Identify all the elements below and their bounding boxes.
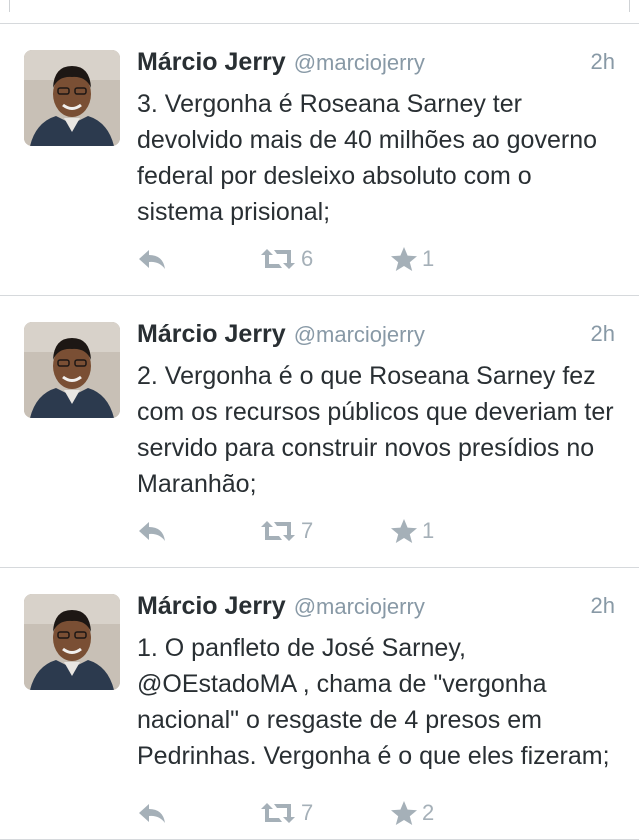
reply-icon <box>139 522 165 541</box>
tweet-text: 3. Vergonha é Roseana Sarney ter devolvi… <box>137 90 597 226</box>
author-handle[interactable]: @marciojerry <box>294 322 425 347</box>
avatar-image <box>24 322 120 418</box>
tweet-actions: 7 2 <box>137 798 557 828</box>
favorite-button[interactable]: 1 <box>390 244 434 274</box>
retweet-count: 7 <box>301 518 314 543</box>
author-handle[interactable]: @marciojerry <box>294 50 425 75</box>
avatar[interactable] <box>24 594 120 690</box>
reply-button[interactable] <box>137 516 167 546</box>
tweet-item[interactable]: Márcio Jerry @marciojerry 2h 3. Vergonha … <box>0 24 639 296</box>
avatar[interactable] <box>24 50 120 146</box>
reply-icon <box>139 804 165 823</box>
favorite-count: 1 <box>422 518 435 543</box>
favorite-button[interactable]: 1 <box>390 516 434 546</box>
favorite-button[interactable]: 2 <box>390 798 434 828</box>
avatar[interactable] <box>24 322 120 418</box>
author-name[interactable]: Márcio Jerry <box>137 592 286 620</box>
author-name[interactable]: Márcio Jerry <box>137 48 286 76</box>
previous-tweet-edge <box>0 0 639 24</box>
author-name[interactable]: Márcio Jerry <box>137 320 286 348</box>
retweet-count: 7 <box>301 800 314 825</box>
favorite-count: 2 <box>422 800 435 825</box>
star-icon <box>391 801 417 825</box>
tweet-text: 2. Vergonha é o que Roseana Sarney fez c… <box>137 362 614 498</box>
star-icon <box>391 247 417 271</box>
tweet-text: 1. O panfleto de José Sarney, @OEstadoMA… <box>137 634 610 770</box>
retweet-button[interactable]: 6 <box>259 244 313 274</box>
tweet-timestamp[interactable]: 2h <box>591 593 615 619</box>
retweet-icon <box>261 803 295 823</box>
author-line: Márcio Jerry @marciojerry <box>137 320 425 349</box>
tweet-item[interactable]: Márcio Jerry @marciojerry 2h 1. O panflet… <box>0 568 639 840</box>
retweet-icon <box>261 249 295 269</box>
tweet-item[interactable]: Márcio Jerry @marciojerry 2h 2. Vergonha … <box>0 296 639 568</box>
avatar-image <box>24 594 120 690</box>
author-line: Márcio Jerry @marciojerry <box>137 48 425 77</box>
retweet-count: 6 <box>301 246 314 271</box>
edge-accent-right <box>629 0 639 12</box>
tweet-timestamp[interactable]: 2h <box>591 49 615 75</box>
reply-button[interactable] <box>137 244 167 274</box>
retweet-button[interactable]: 7 <box>259 516 313 546</box>
reply-button[interactable] <box>137 798 167 828</box>
favorite-count: 1 <box>422 246 435 271</box>
author-line: Márcio Jerry @marciojerry <box>137 592 425 621</box>
retweet-button[interactable]: 7 <box>259 798 313 828</box>
star-icon <box>391 519 417 543</box>
avatar-image <box>24 50 120 146</box>
tweet-actions: 7 1 <box>137 516 557 546</box>
tweet-actions: 6 1 <box>137 244 557 274</box>
reply-icon <box>139 250 165 269</box>
tweet-timestamp[interactable]: 2h <box>591 321 615 347</box>
retweet-icon <box>261 521 295 541</box>
tweet-timeline: Márcio Jerry @marciojerry 2h 3. Vergonha … <box>0 24 639 840</box>
edge-accent-left <box>0 0 10 12</box>
author-handle[interactable]: @marciojerry <box>294 594 425 619</box>
